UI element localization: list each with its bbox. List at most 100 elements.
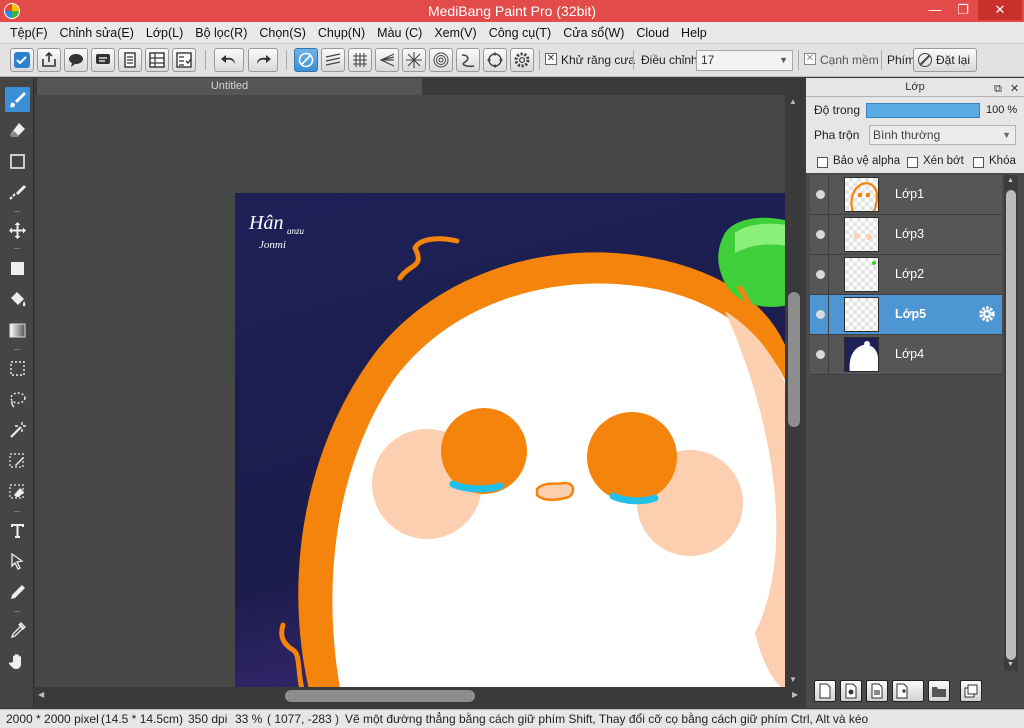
protect-alpha-checkbox[interactable]	[817, 157, 828, 168]
blend-mode-select[interactable]: Bình thường ▼	[869, 125, 1016, 145]
move-tool[interactable]	[5, 218, 30, 243]
document-icon	[124, 52, 136, 68]
scroll-up-arrow-icon[interactable]: ▲	[789, 97, 797, 106]
duplicate-layer-button[interactable]	[960, 680, 982, 702]
cloud-save-button[interactable]	[10, 48, 34, 72]
new-layer-button[interactable]	[814, 680, 836, 702]
menu-tools[interactable]: Công cụ(T)	[483, 26, 558, 40]
concentric-snap-button[interactable]	[429, 48, 453, 72]
minimize-button[interactable]: —	[920, 0, 950, 20]
new-folder-button[interactable]	[928, 680, 950, 702]
comment-button[interactable]	[64, 48, 88, 72]
visibility-eye-icon[interactable]	[816, 230, 825, 239]
panels-button[interactable]	[145, 48, 169, 72]
antialias-checkbox[interactable]: ✕	[545, 53, 557, 65]
adjust-select[interactable]: 17 ▼	[696, 50, 793, 71]
menu-layer[interactable]: Lớp(L)	[140, 26, 189, 40]
parallel-lines-icon	[325, 53, 341, 66]
radial-snap-button[interactable]	[402, 48, 426, 72]
redo-button[interactable]	[248, 48, 278, 72]
reset-button[interactable]: Đặt lại	[913, 48, 977, 72]
visibility-eye-icon[interactable]	[816, 270, 825, 279]
layer-row[interactable]: Lớp1	[810, 175, 1002, 215]
smooth-edge-checkbox[interactable]: ✕	[804, 53, 816, 65]
select-pen-tool[interactable]	[5, 449, 30, 474]
menu-file[interactable]: Tệp(F)	[4, 26, 54, 40]
lock-checkbox[interactable]	[973, 157, 984, 168]
menu-window[interactable]: Cửa sổ(W)	[557, 26, 630, 40]
palette-separator	[14, 511, 20, 512]
menu-snap[interactable]: Chụp(N)	[312, 26, 371, 40]
lasso-tool[interactable]	[5, 387, 30, 412]
close-button[interactable]: ✕	[978, 0, 1022, 20]
horizontal-scrollbar[interactable]: ◀ ▶	[35, 687, 803, 704]
menu-cloud[interactable]: Cloud	[630, 26, 675, 40]
visibility-eye-icon[interactable]	[816, 190, 825, 199]
share-button[interactable]	[37, 48, 61, 72]
operation-tool[interactable]	[5, 549, 30, 574]
layer-row[interactable]: Lớp2	[810, 255, 1002, 295]
drawing-canvas[interactable]: Hân anzu Jonmi	[235, 193, 785, 687]
select-eraser-tool[interactable]	[5, 480, 30, 505]
chevron-down-icon: ▼	[1002, 130, 1011, 140]
curve-snap-button[interactable]	[456, 48, 480, 72]
layer-scroll-thumb[interactable]	[1006, 190, 1016, 660]
new-8bit-layer-button[interactable]	[866, 680, 888, 702]
magic-wand-tool[interactable]	[5, 418, 30, 443]
new-halftone-layer-button[interactable]	[840, 680, 862, 702]
select-rect-tool[interactable]	[5, 356, 30, 381]
document-button[interactable]	[118, 48, 142, 72]
menu-help[interactable]: Help	[675, 26, 713, 40]
layer-row-selected[interactable]: Lớp5	[810, 295, 1002, 335]
dot-brush-tool[interactable]	[5, 180, 30, 205]
eraser-tool[interactable]	[5, 118, 30, 143]
scroll-down-arrow-icon[interactable]: ▼	[789, 675, 797, 684]
fill-rect-tool[interactable]	[5, 256, 30, 281]
undo-button[interactable]	[214, 48, 244, 72]
opacity-slider[interactable]	[866, 103, 980, 118]
menu-edit[interactable]: Chỉnh sửa(E)	[54, 26, 140, 40]
bucket-tool[interactable]	[5, 287, 30, 312]
menu-view[interactable]: Xem(V)	[428, 26, 482, 40]
scroll-up-arrow-icon[interactable]: ▲	[1007, 177, 1014, 184]
snap-off-button[interactable]	[294, 48, 318, 72]
layer-row-divider	[828, 295, 829, 335]
layer-row[interactable]: Lớp3	[810, 215, 1002, 255]
snap-settings-button[interactable]	[510, 48, 534, 72]
app-window: MediBang Paint Pro (32bit) — ❐ ✕ Tệp(F) …	[0, 0, 1024, 728]
layer-settings-gear-icon[interactable]	[978, 305, 996, 323]
grid-snap-button[interactable]	[348, 48, 372, 72]
vanishing-snap-button[interactable]	[375, 48, 399, 72]
menu-color[interactable]: Màu (C)	[371, 26, 428, 40]
visibility-eye-icon[interactable]	[816, 310, 825, 319]
palette-separator	[14, 211, 20, 212]
gradient-tool[interactable]	[5, 318, 30, 343]
menu-filter[interactable]: Bộ lọc(R)	[189, 26, 253, 40]
ellipse-snap-button[interactable]	[483, 48, 507, 72]
scroll-down-arrow-icon[interactable]: ▼	[1007, 661, 1014, 668]
layer-row[interactable]: Lớp4	[810, 335, 1002, 375]
brush-tool[interactable]	[5, 87, 30, 112]
pen-tool[interactable]	[5, 580, 30, 605]
hand-tool[interactable]	[5, 649, 30, 674]
parallel-snap-button[interactable]	[321, 48, 345, 72]
message-button[interactable]	[91, 48, 115, 72]
checklist-button[interactable]	[172, 48, 196, 72]
scroll-right-arrow-icon[interactable]: ▶	[792, 690, 798, 699]
document-tab[interactable]: Untitled	[37, 78, 422, 95]
add-layer-menu-button[interactable]	[892, 680, 924, 702]
layer-list-scrollbar[interactable]: ▲ ▼	[1004, 175, 1018, 671]
toolbar-separator	[798, 50, 799, 70]
horizontal-scroll-thumb[interactable]	[285, 690, 475, 702]
text-tool[interactable]	[5, 518, 30, 543]
vertical-scroll-thumb[interactable]	[788, 292, 800, 427]
clipping-checkbox[interactable]	[907, 157, 918, 168]
visibility-eye-icon[interactable]	[816, 350, 825, 359]
canvas-workspace[interactable]: Hân anzu Jonmi	[35, 95, 785, 687]
eyedropper-tool[interactable]	[5, 618, 30, 643]
shape-rect-tool[interactable]	[5, 149, 30, 174]
menu-select[interactable]: Chọn(S)	[253, 26, 312, 40]
scroll-left-arrow-icon[interactable]: ◀	[38, 690, 44, 699]
restore-button[interactable]: ❐	[948, 0, 978, 20]
vertical-scrollbar[interactable]: ▲ ▼	[785, 95, 803, 687]
